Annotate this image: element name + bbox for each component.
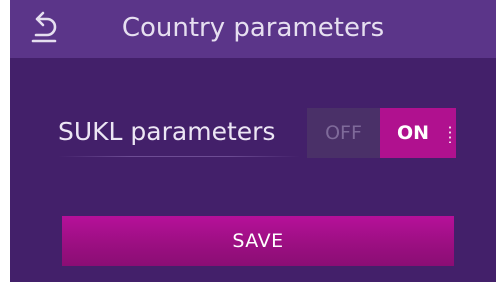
toggle-off-option[interactable]: OFF (307, 108, 380, 158)
drag-handle-icon (449, 125, 451, 143)
app-screen: Country parameters SUKL parameters OFF O… (10, 0, 496, 282)
toggle-on-option[interactable]: ON (380, 108, 456, 158)
row-divider (58, 156, 300, 157)
toggle-on-label: ON (396, 122, 430, 144)
page-title: Country parameters (121, 13, 385, 43)
save-button[interactable]: SAVE (62, 216, 454, 266)
title-bar: Country parameters (10, 0, 496, 58)
sukl-parameters-row: SUKL parameters OFF ON (58, 108, 456, 158)
sukl-parameters-label: SUKL parameters (58, 117, 276, 146)
sukl-parameters-toggle[interactable]: OFF ON (307, 108, 456, 158)
